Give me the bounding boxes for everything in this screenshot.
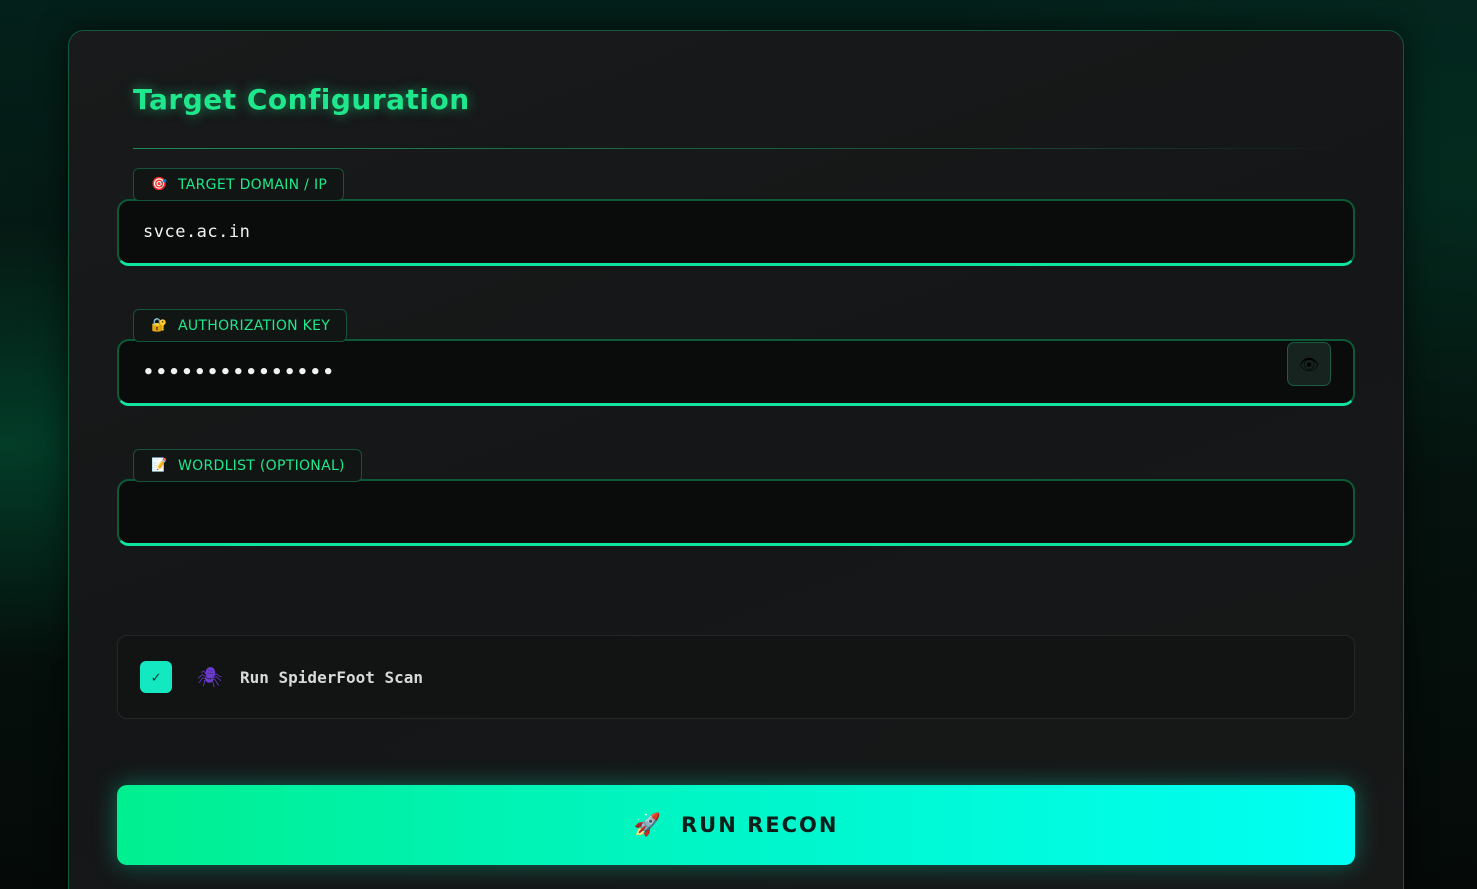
auth-field-label: 🔐 AUTHORIZATION KEY [133,309,348,342]
eye-icon: 👁 [1298,354,1320,374]
target-icon: 🎯 [151,177,168,192]
target-field-label: 🎯 TARGET DOMAIN / IP [133,168,345,201]
spider-icon: 🕷 [197,665,223,689]
spiderfoot-checkbox[interactable]: ✓ [140,661,172,693]
target-label-text: TARGET DOMAIN / IP [178,176,328,193]
check-icon: ✓ [151,668,161,686]
authorization-key-input[interactable]: ••••••••••••••• 👁 [117,339,1355,406]
run-recon-button[interactable]: 🚀 RUN RECON [117,785,1355,865]
authorization-key-value[interactable]: ••••••••••••••• [143,362,336,383]
wordlist-label-text: WORDLIST (OPTIONAL) [178,457,345,474]
target-config-panel: Target Configuration 🎯 TARGET DOMAIN / I… [68,30,1404,889]
toggle-visibility-button[interactable]: 👁 [1287,342,1331,386]
rocket-icon: 🚀 [633,812,661,838]
target-domain-value[interactable]: svce.ac.in [143,222,250,242]
wordlist-input[interactable] [117,479,1355,546]
memo-icon: 📝 [151,458,168,473]
auth-label-text: AUTHORIZATION KEY [178,317,331,334]
panel-title: Target Configuration [133,83,470,116]
wordlist-field-label: 📝 WORDLIST (OPTIONAL) [133,449,362,482]
lock-icon: 🔐 [151,318,168,333]
spiderfoot-option[interactable]: ✓ 🕷 Run SpiderFoot Scan [117,635,1355,719]
target-domain-input[interactable]: svce.ac.in [117,199,1355,266]
run-recon-label: RUN RECON [680,813,839,837]
title-divider [133,148,1353,149]
spiderfoot-label[interactable]: Run SpiderFoot Scan [240,668,423,687]
